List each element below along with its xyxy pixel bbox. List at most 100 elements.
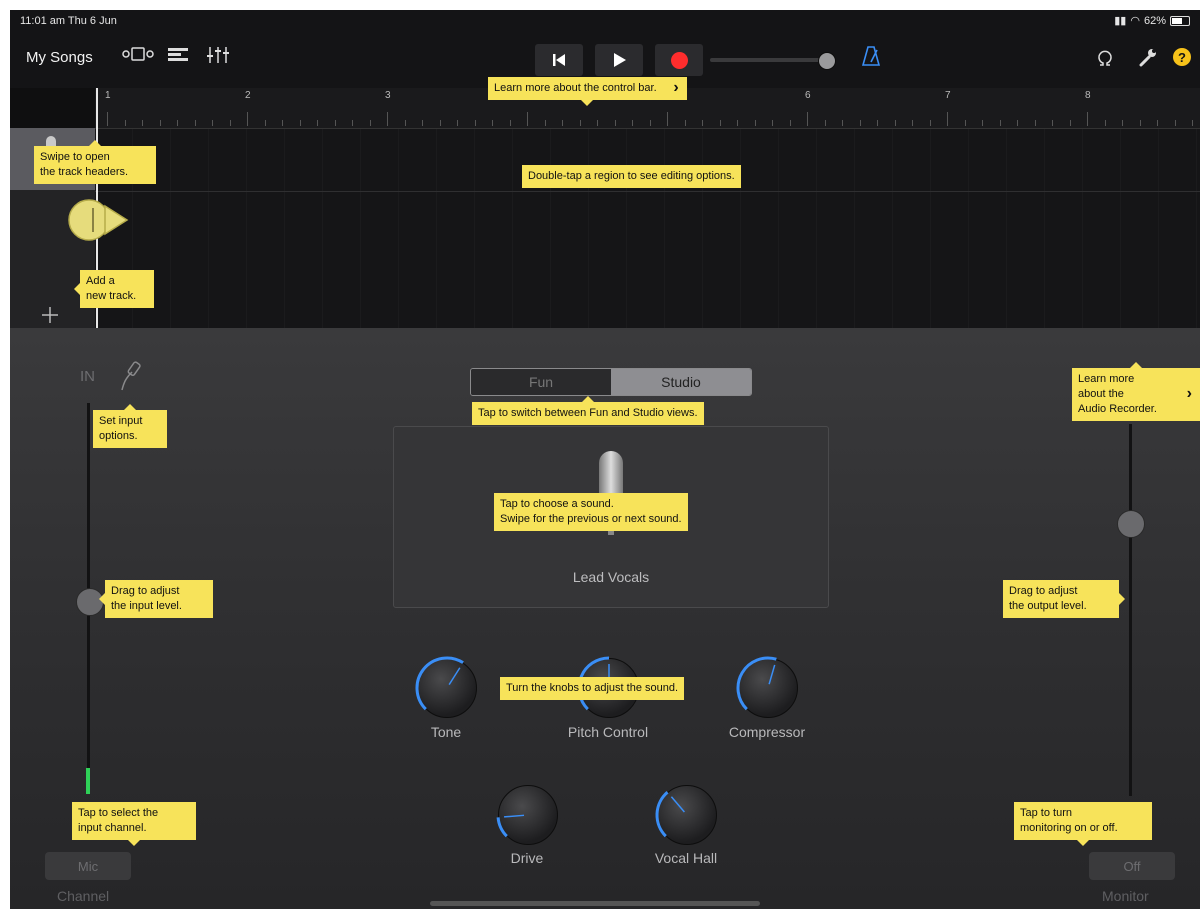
ruler-tick bbox=[1104, 120, 1106, 126]
settings-icon[interactable] bbox=[1138, 47, 1158, 72]
ruler-tick bbox=[929, 120, 931, 126]
ruler-tick bbox=[859, 120, 861, 126]
input-settings-icon[interactable] bbox=[118, 360, 142, 392]
battery-percent: 62% bbox=[1143, 14, 1166, 27]
bar-number: 1 bbox=[105, 90, 111, 101]
knob-pointer bbox=[670, 796, 685, 813]
tip-switch-views: Tap to switch between Fun and Studio vie… bbox=[472, 396, 704, 425]
tip-text: Add a bbox=[86, 275, 115, 287]
svg-text:?: ? bbox=[1178, 50, 1186, 65]
tip-text: the input level. bbox=[111, 600, 182, 612]
ruler-tick bbox=[1157, 120, 1158, 126]
tip-track-headers: Swipe to open the track headers. bbox=[34, 140, 156, 184]
bar-number: 3 bbox=[385, 90, 391, 101]
play-icon bbox=[614, 53, 626, 67]
tab-studio[interactable]: Studio bbox=[611, 369, 751, 395]
transport-controls bbox=[535, 44, 705, 76]
knob-compressor[interactable] bbox=[736, 656, 798, 718]
input-level-meter bbox=[86, 768, 90, 794]
ruler-tick bbox=[177, 120, 178, 126]
ruler-tick bbox=[264, 120, 266, 126]
ruler-tick bbox=[684, 120, 686, 126]
metronome-icon[interactable] bbox=[861, 46, 881, 72]
track-view-icon[interactable] bbox=[122, 46, 154, 67]
ruler-tick bbox=[247, 112, 248, 126]
monitor-toggle-button[interactable]: Off bbox=[1089, 852, 1175, 880]
ruler-tick bbox=[912, 120, 913, 126]
play-button[interactable] bbox=[595, 44, 643, 76]
home-indicator bbox=[430, 901, 760, 906]
tip-knobs: Turn the knobs to adjust the sound. bbox=[500, 677, 685, 700]
tip-text: Drag to adjust bbox=[1009, 585, 1078, 597]
ruler-tick bbox=[124, 120, 126, 126]
output-level-thumb[interactable] bbox=[1117, 510, 1145, 538]
input-channel-button[interactable]: Mic bbox=[45, 852, 131, 880]
status-right: ▮▮ ◠ 62% bbox=[1114, 14, 1190, 27]
tip-text: Swipe to open bbox=[40, 151, 110, 163]
ruler-tick bbox=[299, 120, 301, 126]
help-icon[interactable]: ? bbox=[1172, 47, 1192, 72]
bar-number: 8 bbox=[1085, 90, 1091, 101]
knob-pointer bbox=[448, 667, 461, 686]
knob-value-arc bbox=[415, 656, 464, 711]
ruler-tick bbox=[772, 120, 773, 126]
view-segmented-control[interactable]: Fun Studio bbox=[470, 368, 752, 396]
ruler-tick bbox=[789, 120, 791, 126]
ruler-tick bbox=[509, 120, 511, 126]
sound-name: Lead Vocals bbox=[572, 569, 650, 585]
input-label: IN bbox=[80, 368, 95, 385]
ruler-tick bbox=[369, 120, 371, 126]
rewind-button[interactable] bbox=[535, 44, 583, 76]
master-volume-slider[interactable] bbox=[710, 52, 836, 70]
ruler-tick bbox=[1122, 120, 1123, 126]
tip-text: Tap to select the bbox=[78, 807, 159, 819]
ruler-tick bbox=[439, 120, 441, 126]
ruler-tick bbox=[387, 112, 388, 126]
ruler-tick bbox=[877, 120, 878, 126]
ruler-tick bbox=[999, 120, 1001, 126]
tip-text: Tap to turn bbox=[1020, 807, 1072, 819]
playhead-handle-icon[interactable] bbox=[65, 198, 135, 242]
ruler-tick bbox=[159, 120, 161, 126]
add-track-icon[interactable] bbox=[40, 305, 60, 325]
ruler-tick bbox=[947, 112, 948, 126]
tip-text: Audio Recorder. bbox=[1078, 403, 1157, 415]
my-songs-button[interactable]: My Songs bbox=[26, 49, 93, 66]
bar-number: 7 bbox=[945, 90, 951, 101]
ruler-tick bbox=[1174, 120, 1176, 126]
signal-icon: ▮▮ bbox=[1114, 15, 1127, 27]
ruler-tick bbox=[474, 120, 476, 126]
wifi-icon: ◠ bbox=[1130, 15, 1140, 27]
tip-input-channel: Tap to select the input channel. bbox=[72, 802, 196, 846]
tracks-list-icon[interactable] bbox=[168, 46, 188, 67]
mixer-icon[interactable] bbox=[206, 46, 230, 69]
ruler-tick bbox=[457, 120, 458, 126]
tip-text: monitoring on or off. bbox=[1020, 822, 1118, 834]
ruler-tick bbox=[579, 120, 581, 126]
tip-text: options. bbox=[99, 430, 138, 442]
tip-add-track: Add a new track. bbox=[74, 270, 154, 308]
tab-fun[interactable]: Fun bbox=[471, 369, 611, 395]
record-button[interactable] bbox=[655, 44, 703, 76]
ruler-tick bbox=[702, 120, 703, 126]
loop-icon[interactable] bbox=[1095, 48, 1115, 73]
tip-input-level: Drag to adjust the input level. bbox=[99, 580, 213, 618]
ruler-tick bbox=[614, 120, 616, 126]
ruler-tick bbox=[527, 112, 528, 126]
knob-drive[interactable] bbox=[496, 785, 558, 845]
knob-label: Vocal Hall bbox=[654, 850, 718, 866]
ruler-tick bbox=[964, 120, 966, 126]
ruler-tick bbox=[142, 120, 143, 126]
knob-tone[interactable] bbox=[415, 656, 477, 718]
knob-vocal-hall[interactable] bbox=[655, 785, 717, 845]
knob-label: Pitch Control bbox=[567, 724, 649, 740]
tip-control-bar[interactable]: Learn more about the control bar. › bbox=[488, 77, 687, 106]
ruler-tick bbox=[544, 120, 546, 126]
volume-knob[interactable] bbox=[818, 52, 836, 70]
ruler-tick bbox=[842, 120, 843, 126]
output-level-slider[interactable] bbox=[1129, 424, 1132, 796]
tip-audio-recorder[interactable]: Learn more about the Audio Recorder. › bbox=[1072, 362, 1200, 421]
audio-recorder-panel: IN Set input options. Drag to adjust the… bbox=[10, 328, 1200, 909]
knob-pointer bbox=[504, 814, 525, 818]
ruler-tick bbox=[282, 120, 283, 126]
